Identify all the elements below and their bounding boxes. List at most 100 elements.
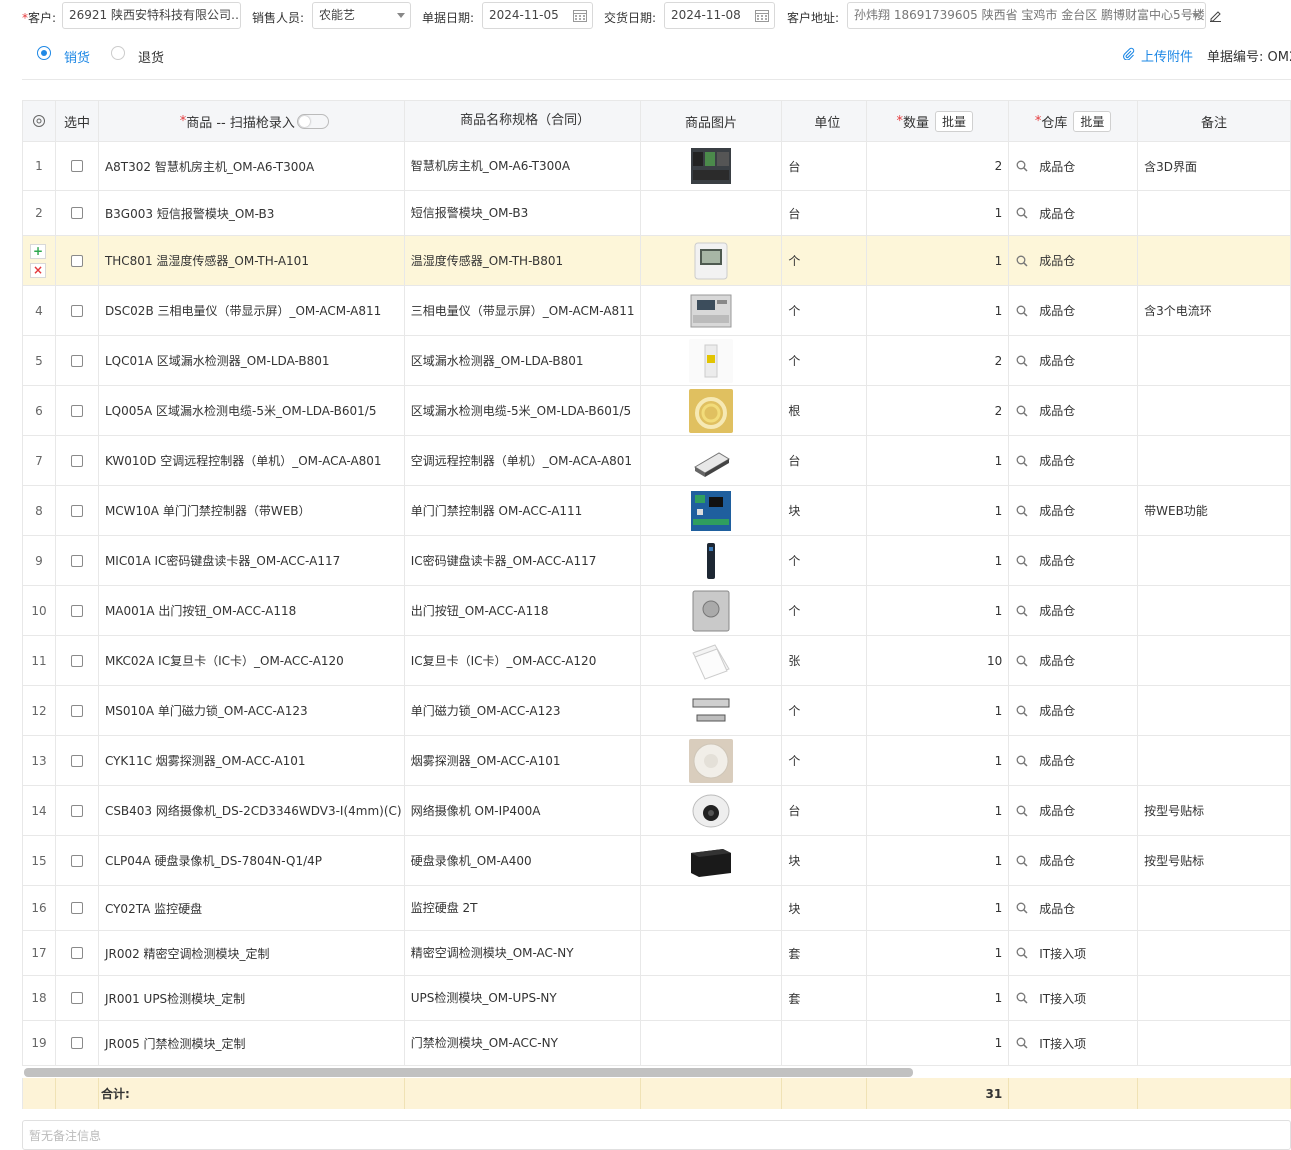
return-radio-label[interactable]: 退货 bbox=[138, 47, 164, 66]
search-icon[interactable] bbox=[1016, 255, 1028, 267]
remark-cell[interactable] bbox=[1138, 586, 1291, 635]
row-checkbox[interactable] bbox=[70, 554, 83, 567]
remark-cell[interactable]: 含3D界面 bbox=[1138, 142, 1291, 190]
row-checkbox[interactable] bbox=[70, 604, 83, 617]
remark-cell[interactable] bbox=[1138, 336, 1291, 385]
warehouse-cell[interactable]: 成品仓 bbox=[1009, 536, 1139, 585]
product-cell[interactable]: JR001 UPS检测模块_定制 bbox=[99, 976, 405, 1020]
warehouse-cell[interactable]: 成品仓 bbox=[1009, 436, 1139, 485]
row-select[interactable] bbox=[56, 586, 99, 635]
remark-cell[interactable] bbox=[1138, 976, 1291, 1020]
search-icon[interactable] bbox=[1016, 305, 1028, 317]
remark-cell[interactable]: 按型号贴标 bbox=[1138, 836, 1291, 885]
remark-cell[interactable] bbox=[1138, 236, 1291, 285]
search-icon[interactable] bbox=[1016, 355, 1028, 367]
search-icon[interactable] bbox=[1016, 455, 1028, 467]
column-settings[interactable] bbox=[23, 101, 56, 141]
qty-cell[interactable]: 1 bbox=[867, 736, 1010, 785]
row-select[interactable] bbox=[56, 236, 99, 285]
row-select[interactable] bbox=[56, 686, 99, 735]
spec-cell[interactable]: 硬盘录像机_OM-A400 bbox=[405, 836, 641, 885]
search-icon[interactable] bbox=[1016, 605, 1028, 617]
qty-cell[interactable]: 2 bbox=[867, 142, 1010, 190]
qty-cell[interactable]: 1 bbox=[867, 586, 1010, 635]
batch-qty-button[interactable]: 批量 bbox=[935, 110, 974, 132]
scanner-toggle[interactable] bbox=[296, 113, 329, 129]
row-select[interactable] bbox=[56, 286, 99, 335]
row-checkbox[interactable] bbox=[70, 804, 83, 817]
product-cell[interactable]: KW010D 空调远程控制器（单机）_OM-ACA-A801 bbox=[99, 436, 405, 485]
upload-attachment-link[interactable]: 上传附件 bbox=[1141, 46, 1193, 65]
qty-cell[interactable]: 1 bbox=[867, 486, 1010, 535]
search-icon[interactable] bbox=[1016, 160, 1028, 172]
address-select[interactable]: 孙炜翔 18691739605 陕西省 宝鸡市 金台区 鹏博财富中心5号楼 bbox=[847, 2, 1206, 29]
spec-cell[interactable]: 短信报警模块_OM-B3 bbox=[405, 191, 641, 235]
remark-cell[interactable]: 带WEB功能 bbox=[1138, 486, 1291, 535]
doc-date-picker[interactable]: 2024-11-05 bbox=[482, 2, 593, 29]
spec-cell[interactable]: 单门磁力锁_OM-ACC-A123 bbox=[405, 686, 641, 735]
spec-cell[interactable]: 智慧机房主机_OM-A6-T300A bbox=[405, 142, 641, 190]
remark-cell[interactable] bbox=[1138, 736, 1291, 785]
spec-cell[interactable]: 空调远程控制器（单机）_OM-ACA-A801 bbox=[405, 436, 641, 485]
product-cell[interactable]: MCW10A 单门门禁控制器（带WEB） bbox=[99, 486, 405, 535]
spec-cell[interactable]: 三相电量仪（带显示屏）_OM-ACM-A811 bbox=[405, 286, 641, 335]
row-select[interactable] bbox=[56, 976, 99, 1020]
row-checkbox[interactable] bbox=[70, 304, 83, 317]
spec-cell[interactable]: IC复旦卡（IC卡）_OM-ACC-A120 bbox=[405, 636, 641, 685]
warehouse-cell[interactable]: 成品仓 bbox=[1009, 836, 1139, 885]
spec-cell[interactable]: 温湿度传感器_OM-TH-B801 bbox=[405, 236, 641, 285]
row-checkbox[interactable] bbox=[70, 654, 83, 667]
warehouse-cell[interactable]: 成品仓 bbox=[1009, 486, 1139, 535]
row-select[interactable] bbox=[56, 886, 99, 930]
warehouse-cell[interactable]: 成品仓 bbox=[1009, 336, 1139, 385]
row-select[interactable] bbox=[56, 386, 99, 435]
qty-cell[interactable]: 1 bbox=[867, 976, 1010, 1020]
spec-cell[interactable]: 烟雾探测器_OM-ACC-A101 bbox=[405, 736, 641, 785]
spec-cell[interactable]: 门禁检测模块_OM-ACC-NY bbox=[405, 1021, 641, 1065]
warehouse-cell[interactable]: 成品仓 bbox=[1009, 686, 1139, 735]
search-icon[interactable] bbox=[1016, 992, 1028, 1004]
product-cell[interactable]: CYK11C 烟雾探测器_OM-ACC-A101 bbox=[99, 736, 405, 785]
search-icon[interactable] bbox=[1016, 855, 1028, 867]
row-checkbox[interactable] bbox=[70, 754, 83, 767]
product-cell[interactable]: LQ005A 区域漏水检测电缆-5米_OM-LDA-B601/5 bbox=[99, 386, 405, 435]
row-checkbox[interactable] bbox=[70, 254, 83, 267]
spec-cell[interactable]: IC密码键盘读卡器_OM-ACC-A117 bbox=[405, 536, 641, 585]
spec-cell[interactable]: 区域漏水检测器_OM-LDA-B801 bbox=[405, 336, 641, 385]
row-select[interactable] bbox=[56, 436, 99, 485]
qty-cell[interactable]: 1 bbox=[867, 436, 1010, 485]
row-select[interactable] bbox=[56, 786, 99, 835]
row-select[interactable] bbox=[56, 536, 99, 585]
row-checkbox[interactable] bbox=[70, 404, 83, 417]
warehouse-cell[interactable]: 成品仓 bbox=[1009, 142, 1139, 190]
settings-icon[interactable] bbox=[32, 114, 46, 128]
remark-input[interactable]: 暂无备注信息 bbox=[22, 1120, 1291, 1150]
qty-cell[interactable]: 1 bbox=[867, 536, 1010, 585]
qty-cell[interactable]: 1 bbox=[867, 931, 1010, 975]
row-checkbox[interactable] bbox=[70, 504, 83, 517]
search-icon[interactable] bbox=[1016, 947, 1028, 959]
qty-cell[interactable]: 1 bbox=[867, 836, 1010, 885]
qty-cell[interactable]: 1 bbox=[867, 1021, 1010, 1065]
product-cell[interactable]: DSC02B 三相电量仪（带显示屏）_OM-ACM-A811 bbox=[99, 286, 405, 335]
product-cell[interactable]: MKC02A IC复旦卡（IC卡）_OM-ACC-A120 bbox=[99, 636, 405, 685]
remark-cell[interactable] bbox=[1138, 931, 1291, 975]
row-checkbox[interactable] bbox=[70, 902, 83, 914]
product-cell[interactable]: JR005 门禁检测模块_定制 bbox=[99, 1021, 405, 1065]
row-checkbox[interactable] bbox=[70, 354, 83, 367]
qty-cell[interactable]: 10 bbox=[867, 636, 1010, 685]
search-icon[interactable] bbox=[1016, 902, 1028, 914]
product-cell[interactable]: CY02TA 监控硬盘 bbox=[99, 886, 405, 930]
qty-cell[interactable]: 1 bbox=[867, 191, 1010, 235]
spec-cell[interactable]: 区域漏水检测电缆-5米_OM-LDA-B601/5 bbox=[405, 386, 641, 435]
remark-cell[interactable] bbox=[1138, 1021, 1291, 1065]
row-select[interactable] bbox=[56, 931, 99, 975]
qty-cell[interactable]: 1 bbox=[867, 236, 1010, 285]
row-checkbox[interactable] bbox=[70, 854, 83, 867]
spec-cell[interactable]: UPS检测模块_OM-UPS-NY bbox=[405, 976, 641, 1020]
warehouse-cell[interactable]: 成品仓 bbox=[1009, 191, 1139, 235]
row-select[interactable] bbox=[56, 336, 99, 385]
row-select[interactable] bbox=[56, 836, 99, 885]
spec-cell[interactable]: 出门按钮_OM-ACC-A118 bbox=[405, 586, 641, 635]
row-checkbox[interactable] bbox=[70, 992, 83, 1004]
